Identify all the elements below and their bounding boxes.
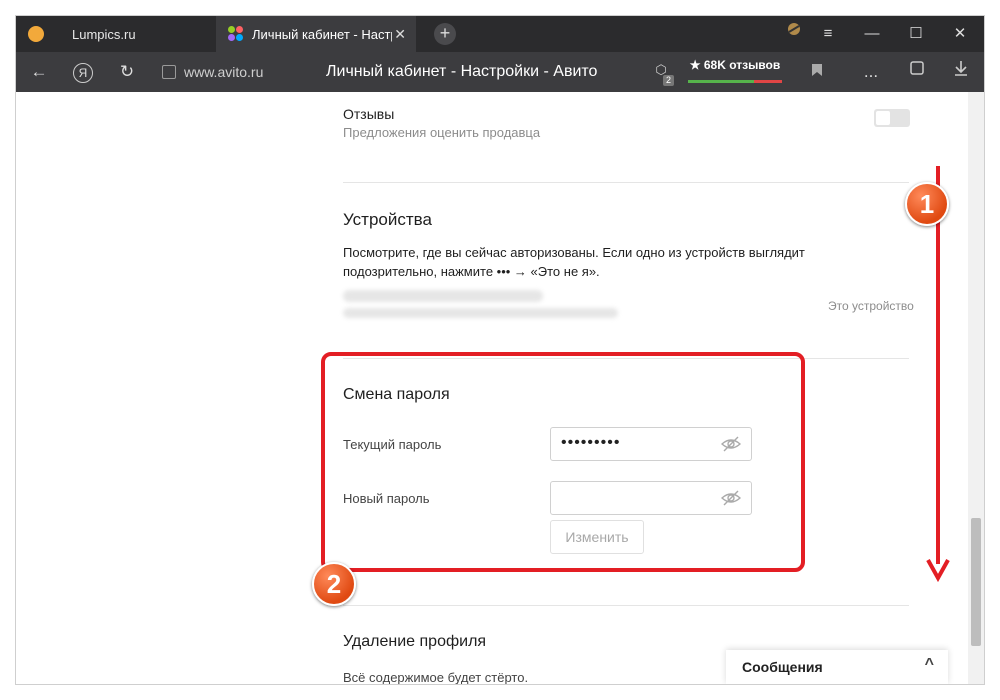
back-button[interactable]: ← — [24, 52, 54, 92]
address-bar: ← Я ↻ www.avito.ru Личный кабинет - Наст… — [16, 52, 984, 92]
yandex-icon: Я — [73, 63, 93, 83]
devices-description-1: Посмотрите, где вы сейчас авторизованы. … — [343, 245, 805, 260]
scrollbar-thumb[interactable] — [971, 518, 981, 646]
extensions-icon[interactable] — [902, 52, 932, 92]
tab-close-icon[interactable]: ✕ — [394, 26, 406, 43]
bookmark-icon[interactable] — [802, 52, 832, 92]
lumpics-favicon-icon — [28, 26, 44, 42]
avito-favicon-icon — [228, 26, 244, 42]
close-window-button[interactable]: ✕ — [938, 16, 982, 52]
toggle-knob — [876, 111, 890, 125]
messages-widget[interactable]: Сообщения ^ — [726, 650, 948, 684]
yandex-button[interactable]: Я — [68, 52, 98, 92]
divider — [343, 605, 909, 606]
badge-count: 2 — [663, 75, 674, 86]
this-device-label: Это устройство — [828, 299, 914, 313]
reviews-badge[interactable]: ★ 68K отзывов — [688, 58, 782, 86]
url-text: www.avito.ru — [184, 64, 264, 80]
browser-menu-button[interactable]: ≡ — [806, 16, 850, 52]
page-scrollbar[interactable] — [968, 92, 984, 684]
devices-description-2: подозрительно, нажмите ••• → «Это не я». — [343, 264, 600, 279]
delete-profile-title: Удаление профиля — [343, 633, 487, 650]
chevron-up-icon[interactable]: ^ — [925, 656, 934, 674]
reviews-text: ★ 68K отзывов — [689, 58, 781, 72]
reviews-section-title: Отзывы — [343, 106, 395, 122]
reviews-section-subtitle: Предложения оценить продавца — [343, 125, 541, 140]
tab-title: Lumpics.ru — [72, 26, 136, 42]
tab-strip: Lumpics.ru Личный кабинет - Настр ✕ + ≡ … — [16, 16, 984, 52]
divider — [343, 182, 909, 183]
step-2-marker: 2 — [312, 562, 356, 606]
delete-profile-description: Всё содержимое будет стёрто. — [343, 670, 529, 684]
protect-icon[interactable]: ⬡ 2 — [650, 62, 674, 86]
blurred-device-name — [343, 290, 543, 302]
reviews-toggle[interactable] — [874, 109, 910, 127]
url-field[interactable]: www.avito.ru — [156, 60, 284, 84]
lock-icon — [162, 65, 176, 79]
more-button[interactable]: ... — [856, 52, 886, 92]
devices-title: Устройства — [343, 210, 432, 229]
new-tab-button[interactable]: + — [434, 23, 456, 45]
tab-title: Личный кабинет - Настр — [252, 26, 392, 42]
step-1-marker: 1 — [905, 182, 949, 226]
maximize-button[interactable]: ☐ — [894, 16, 938, 52]
messages-label: Сообщения — [742, 659, 823, 675]
scroll-down-arrow-icon — [926, 166, 950, 583]
highlight-password-section — [321, 352, 805, 572]
page-content: Отзывы Предложения оценить продавца Устр… — [16, 92, 984, 684]
blurred-device-info — [343, 308, 618, 318]
minimize-button[interactable]: — — [850, 16, 894, 52]
reload-button[interactable]: ↻ — [112, 52, 142, 92]
browser-window: Lumpics.ru Личный кабинет - Настр ✕ + ≡ … — [16, 16, 984, 684]
tab-lumpics[interactable]: Lumpics.ru — [16, 16, 216, 52]
tab-avito-settings[interactable]: Личный кабинет - Настр ✕ — [216, 16, 416, 52]
rating-bar — [688, 80, 782, 83]
page-title: Личный кабинет - Настройки - Авито — [326, 63, 598, 80]
download-icon[interactable] — [946, 52, 976, 92]
